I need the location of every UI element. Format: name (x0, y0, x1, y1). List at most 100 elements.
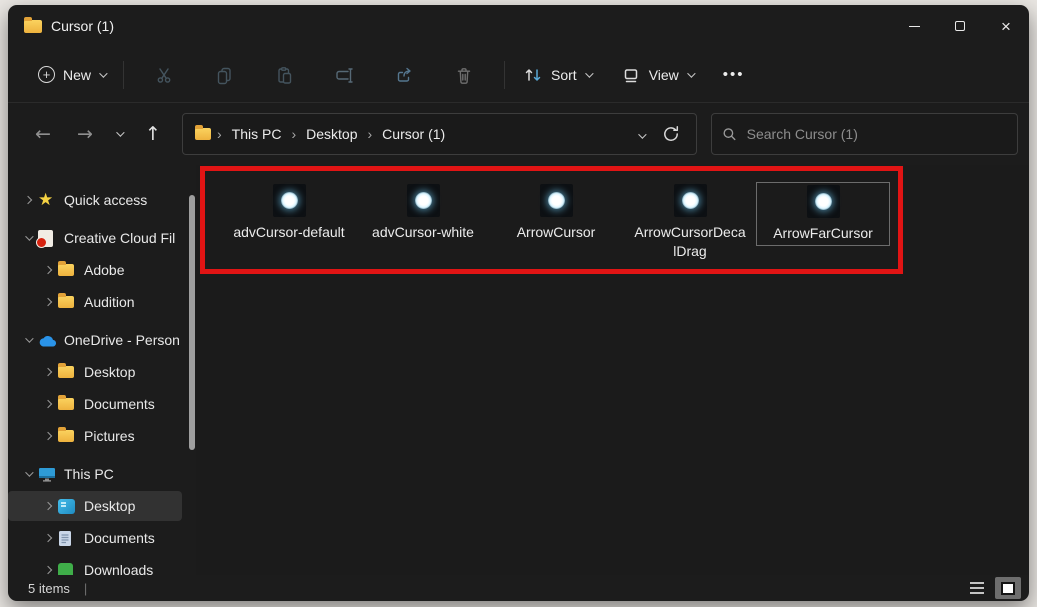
star-icon: ★ (38, 192, 64, 209)
chevron-right-icon[interactable] (38, 369, 58, 375)
toolbar-divider (504, 61, 505, 89)
minimize-button[interactable] (891, 5, 937, 47)
file-advCursor-white[interactable]: advCursor-white (356, 182, 490, 242)
chevron-right-icon[interactable] (38, 401, 58, 407)
recent-locations-button[interactable] (102, 117, 136, 151)
navigation-pane: ★ Quick access Creative Cloud Fil Adobe … (8, 165, 196, 575)
maximize-button[interactable] (937, 5, 983, 47)
close-button[interactable]: × (983, 5, 1029, 47)
rename-button[interactable] (322, 55, 366, 95)
paste-icon (274, 65, 294, 85)
see-more-button[interactable]: ••• (715, 60, 753, 89)
file-name: advCursor-white (367, 223, 479, 242)
file-advCursor-default[interactable]: advCursor-default (222, 182, 356, 242)
sidebar-item-label: Documents (84, 530, 155, 546)
chevron-right-icon[interactable] (18, 197, 38, 203)
up-button[interactable]: ↑ (136, 117, 170, 151)
trash-icon (454, 65, 474, 85)
sidebar-item-adobe[interactable]: Adobe (8, 255, 182, 285)
file-ArrowCursor[interactable]: ArrowCursor (489, 182, 623, 242)
cut-icon (154, 65, 174, 85)
folder-icon (58, 296, 84, 308)
file-name: ArrowFarCursor (767, 224, 879, 243)
file-ArrowFarCursor[interactable]: ArrowFarCursor (756, 182, 890, 246)
breadcrumb-cursor-folder[interactable]: Cursor (1) (378, 123, 449, 145)
chevron-right-icon[interactable] (38, 567, 58, 573)
window-title: Cursor (1) (51, 18, 114, 34)
chevron-down-icon (585, 69, 593, 77)
sidebar-item-creative-cloud[interactable]: Creative Cloud Fil (8, 223, 182, 253)
forward-button[interactable]: → (68, 117, 102, 151)
sidebar-scrollbar[interactable] (189, 195, 195, 450)
paste-button[interactable] (262, 55, 306, 95)
chevron-right-icon[interactable] (38, 433, 58, 439)
address-dropdown-button[interactable] (628, 121, 654, 148)
new-button-label: New (63, 67, 91, 83)
refresh-icon (662, 125, 680, 143)
toolbar-divider (123, 61, 124, 89)
search-icon (722, 126, 737, 142)
sidebar-item-documents[interactable]: Documents (8, 523, 182, 553)
up-arrow-icon: ↑ (145, 123, 161, 145)
chevron-right-icon[interactable] (38, 503, 58, 509)
file-ArrowCursorDecalDrag[interactable]: ArrowCursorDecalDrag (623, 182, 757, 261)
delete-button[interactable] (442, 55, 486, 95)
chevron-down-icon[interactable] (18, 235, 38, 241)
breadcrumb-separator: › (285, 126, 302, 142)
sidebar-item-onedrive-documents[interactable]: Documents (8, 389, 182, 419)
creative-cloud-icon (38, 230, 64, 247)
cursor-file-icon (674, 184, 707, 217)
sidebar-item-this-pc[interactable]: This PC (8, 459, 182, 489)
new-button[interactable]: + New (30, 60, 113, 89)
this-pc-icon (38, 467, 64, 482)
back-button[interactable]: ← (26, 117, 60, 151)
sidebar-item-label: Creative Cloud Fil (64, 230, 175, 246)
cut-button[interactable] (142, 55, 186, 95)
copy-button[interactable] (202, 55, 246, 95)
sidebar-item-label: This PC (64, 466, 114, 482)
refresh-button[interactable] (654, 121, 688, 147)
folder-icon (195, 128, 211, 140)
sidebar-item-downloads[interactable]: Downloads (8, 555, 182, 575)
file-name: ArrowCursorDecalDrag (634, 223, 746, 261)
sidebar-item-desktop[interactable]: Desktop (8, 491, 182, 521)
chevron-right-icon[interactable] (38, 267, 58, 273)
forward-arrow-icon: → (77, 123, 93, 145)
sidebar-item-onedrive-desktop[interactable]: Desktop (8, 357, 182, 387)
sidebar-item-onedrive[interactable]: OneDrive - Person (8, 325, 182, 355)
sidebar-item-label: Documents (84, 396, 155, 412)
minimize-icon (909, 26, 920, 27)
view-button[interactable]: View (613, 59, 701, 91)
breadcrumb-desktop[interactable]: Desktop (302, 123, 361, 145)
cursor-file-icon (807, 185, 840, 218)
sidebar-item-quick-access[interactable]: ★ Quick access (8, 185, 182, 215)
chevron-down-icon (638, 130, 646, 138)
chevron-right-icon[interactable] (38, 299, 58, 305)
search-input[interactable] (747, 126, 1007, 142)
address-bar[interactable]: › This PC › Desktop › Cursor (1) (182, 113, 697, 155)
window-controls: × (891, 5, 1029, 47)
sort-icon (523, 65, 543, 85)
sort-button[interactable]: Sort (515, 59, 599, 91)
search-box (711, 113, 1018, 155)
breadcrumb-separator: › (211, 126, 228, 142)
sidebar-item-pictures[interactable]: Pictures (8, 421, 182, 451)
breadcrumb-this-pc[interactable]: This PC (228, 123, 286, 145)
chevron-down-icon (687, 69, 695, 77)
sidebar-item-label: Pictures (84, 428, 135, 444)
details-view-button[interactable] (964, 577, 990, 599)
chevron-down-icon (99, 69, 107, 77)
downloads-icon (58, 563, 84, 576)
large-thumbnails-view-button[interactable] (995, 577, 1021, 599)
file-explorer-window: Cursor (1) × + New (8, 5, 1029, 601)
folder-icon (58, 398, 84, 410)
share-button[interactable] (382, 55, 426, 95)
more-icon: ••• (723, 66, 745, 83)
sidebar-item-label: OneDrive - Person (64, 332, 180, 348)
sidebar-item-audition[interactable]: Audition (8, 287, 182, 317)
chevron-right-icon[interactable] (38, 535, 58, 541)
plus-icon: + (38, 66, 55, 83)
sidebar-item-label: Quick access (64, 192, 147, 208)
chevron-down-icon[interactable] (18, 471, 38, 477)
chevron-down-icon[interactable] (18, 337, 38, 343)
